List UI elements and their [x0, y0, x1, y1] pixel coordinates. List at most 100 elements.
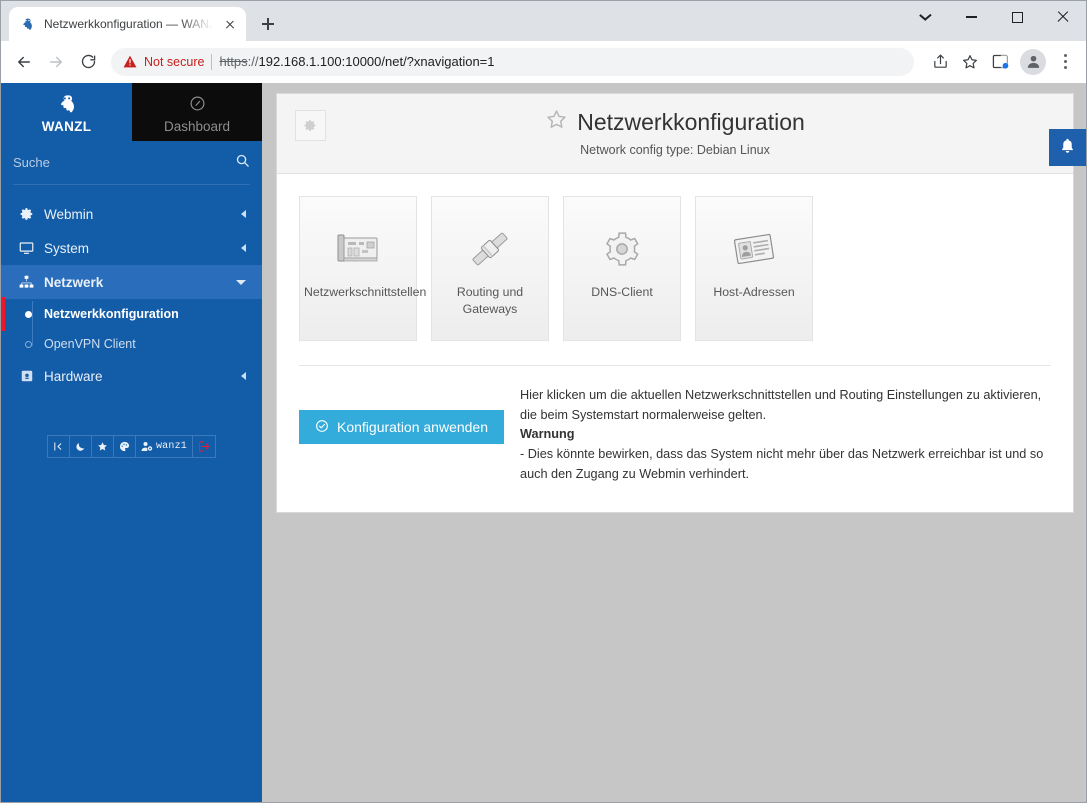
webmin-logo-icon — [56, 94, 78, 118]
address-bar[interactable]: Not secure https://192.168.1.100:10000/n… — [111, 47, 914, 76]
apply-button-label: Konfiguration anwenden — [337, 419, 489, 435]
card-host-adressen[interactable]: Host-Adressen — [695, 196, 813, 341]
gear-icon — [602, 227, 642, 271]
card-routing-und-gateways[interactable]: Routing und Gateways — [431, 196, 549, 341]
main-content: Netzwerkkonfiguration Network config typ… — [262, 83, 1086, 802]
page-subtitle: Network config type: Debian Linux — [580, 142, 770, 157]
forward-arrow-icon[interactable] — [41, 47, 71, 77]
page-viewport: WANZL Dashboard Suche Webmin System Netz… — [1, 83, 1086, 802]
sidebar-subitem-label: Netzwerkkonfiguration — [44, 307, 179, 321]
card-label: Host-Adressen — [713, 285, 795, 299]
monitor-icon — [19, 241, 34, 255]
user-name-label: wanz1 — [155, 441, 187, 452]
side-panel-icon[interactable] — [986, 48, 1014, 76]
sidebar-subitem-label: OpenVPN Client — [44, 337, 136, 351]
window-controls — [902, 1, 1086, 41]
apply-line-1: Hier klicken um die aktuellen Netzwerksc… — [520, 388, 1042, 422]
star-outline-icon[interactable] — [545, 108, 568, 138]
profile-avatar-icon[interactable] — [1020, 48, 1046, 75]
back-arrow-icon[interactable] — [9, 47, 39, 77]
module-card-grid: Netzwerkschnittstellen Routing und Gatew… — [277, 174, 1073, 341]
sidebar-item-label: System — [44, 240, 90, 256]
sidebar: WANZL Dashboard Suche Webmin System Netz… — [1, 83, 262, 802]
brand-block[interactable]: WANZL — [1, 83, 132, 141]
card-dns-client[interactable]: DNS-Client — [563, 196, 681, 341]
sidebar-item-hardware[interactable]: Hardware — [1, 359, 262, 393]
sidebar-toolbar: wanz1 — [1, 435, 262, 458]
sidebar-item-label: Webmin — [44, 206, 94, 222]
browser-toolbar: Not secure https://192.168.1.100:10000/n… — [1, 41, 1086, 83]
url-scheme: https — [219, 54, 248, 69]
minimize-icon[interactable] — [948, 1, 994, 33]
sidebar-item-openvpn-client[interactable]: OpenVPN Client — [1, 329, 262, 359]
sidebar-search[interactable] — [13, 141, 250, 185]
reload-icon[interactable] — [73, 47, 103, 77]
sidebar-item-label: Hardware — [44, 368, 103, 384]
window-close-icon[interactable] — [1040, 1, 1086, 33]
address-card-icon — [731, 227, 777, 271]
sidebar-item-webmin[interactable]: Webmin — [1, 197, 262, 231]
caret-left-icon — [241, 372, 246, 380]
brand-name: WANZL — [41, 119, 92, 134]
browser-tab[interactable]: Netzwerkkonfiguration — WANZL — [9, 7, 246, 41]
url-separator: :// — [247, 54, 259, 69]
page-title: Netzwerkkonfiguration — [295, 108, 1055, 138]
dashboard-label: Dashboard — [163, 118, 231, 134]
share-icon[interactable] — [926, 48, 954, 76]
caret-left-icon — [241, 210, 246, 218]
dashboard-gauge-icon — [189, 95, 206, 117]
network-interface-card-icon — [335, 227, 381, 271]
caret-down-icon — [236, 279, 246, 285]
gear-icon — [19, 207, 34, 221]
content-panel: Netzwerkkonfiguration Network config typ… — [276, 93, 1074, 514]
bullet-dot-icon — [25, 310, 32, 318]
user-account-button[interactable]: wanz1 — [136, 436, 193, 457]
apply-configuration-section: Konfiguration anwenden Hier klicken um d… — [277, 366, 1073, 512]
sidebar-item-netzwerk[interactable]: Netzwerk — [1, 265, 262, 299]
collapse-sidebar-icon[interactable] — [48, 436, 70, 457]
card-netzwerkschnittstellen[interactable]: Netzwerkschnittstellen — [299, 196, 426, 341]
search-input[interactable] — [13, 155, 235, 170]
cable-connector-icon — [468, 227, 512, 271]
caret-left-icon — [241, 244, 246, 252]
tab-strip: Netzwerkkonfiguration — WANZL — [1, 1, 1086, 41]
notifications-button[interactable] — [1049, 129, 1086, 166]
warning-title: Warnung — [520, 427, 575, 442]
webmin-logo-icon — [19, 16, 36, 33]
sidebar-header: WANZL Dashboard — [1, 83, 262, 141]
bullet-circle-icon — [25, 340, 32, 348]
url-text: https://192.168.1.100:10000/net/?xnaviga… — [219, 54, 494, 69]
url-host-path: 192.168.1.100:10000/net/?xnavigation=1 — [258, 54, 495, 69]
sidebar-nav: Webmin System Netzwerk Netzwerkkonfigura… — [1, 185, 262, 393]
module-config-button[interactable] — [295, 110, 326, 141]
omnibox-divider — [211, 53, 213, 70]
page-title-text: Netzwerkkonfiguration — [577, 109, 805, 135]
favorites-star-icon[interactable] — [92, 436, 114, 457]
sidebar-item-netzwerkkonfiguration[interactable]: Netzwerkkonfiguration — [1, 297, 262, 331]
apply-description: Hier klicken um die aktuellen Netzwerksc… — [520, 386, 1051, 484]
hardware-chip-icon — [19, 369, 34, 383]
card-label: DNS-Client — [591, 285, 653, 299]
bell-icon — [1059, 137, 1076, 159]
search-icon[interactable] — [235, 153, 250, 173]
check-circle-icon — [315, 419, 329, 436]
tab-title: Netzwerkkonfiguration — WANZL — [44, 17, 214, 31]
kebab-menu-icon[interactable] — [1052, 49, 1078, 75]
page-header: Netzwerkkonfiguration Network config typ… — [277, 94, 1073, 174]
sidebar-tool-group: wanz1 — [46, 435, 216, 458]
sitemap-icon — [19, 275, 34, 289]
new-tab-button[interactable] — [254, 10, 282, 38]
sidebar-item-dashboard[interactable]: Dashboard — [132, 83, 262, 141]
toolbar-icons — [926, 48, 1078, 76]
sidebar-submenu: Netzwerkkonfiguration OpenVPN Client — [1, 297, 262, 359]
dark-mode-moon-icon[interactable] — [70, 436, 92, 457]
close-icon[interactable] — [222, 16, 238, 32]
theme-palette-icon[interactable] — [114, 436, 136, 457]
warning-triangle-icon — [123, 55, 137, 68]
tab-search-chevron-down-icon[interactable] — [902, 1, 948, 33]
apply-configuration-button[interactable]: Konfiguration anwenden — [299, 410, 505, 444]
maximize-icon[interactable] — [994, 1, 1040, 33]
sidebar-item-system[interactable]: System — [1, 231, 262, 265]
logout-icon[interactable] — [193, 436, 215, 457]
bookmark-star-icon[interactable] — [956, 48, 984, 76]
